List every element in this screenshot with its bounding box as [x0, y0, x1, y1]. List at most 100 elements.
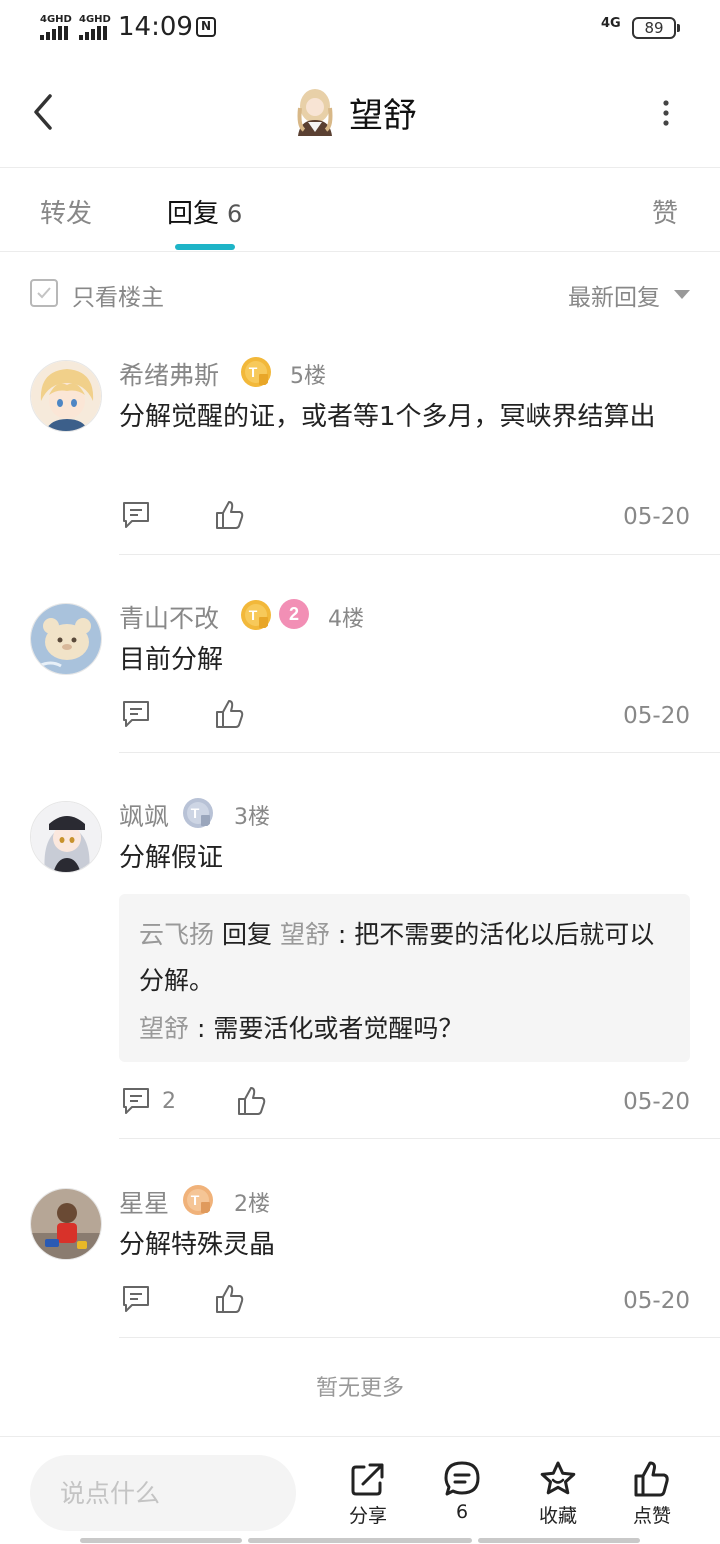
comment-date: 05-20: [623, 1288, 690, 1314]
gesture-bar: [248, 1538, 472, 1543]
sort-dropdown[interactable]: 最新回复: [568, 278, 660, 312]
avatar[interactable]: [30, 1188, 102, 1260]
checkmark-icon: [37, 287, 51, 299]
vip-level-badge: 2: [279, 599, 309, 629]
svg-text:T: T: [191, 805, 200, 821]
comment-text: 分解觉醒的证，或者等1个多月，冥峡界结算出: [119, 402, 656, 432]
comment-icon[interactable]: [121, 699, 151, 729]
comment-item: 希绪弗斯 T 5楼 分解觉醒的证，或者等1个多月，冥峡界结算出 05-20: [0, 340, 720, 556]
favorite-button[interactable]: 收藏: [518, 1459, 598, 1528]
tab-likes[interactable]: 赞: [652, 193, 678, 230]
comments-button[interactable]: 6: [422, 1459, 502, 1523]
gold-level-badge-icon: T: [241, 600, 271, 630]
svg-text:T: T: [191, 1192, 200, 1208]
tab-replies-count: 6: [227, 200, 243, 228]
share-label: 分享: [348, 1505, 387, 1527]
divider: [119, 1337, 720, 1338]
thumbs-up-icon: [634, 1461, 669, 1497]
reply-count: 2: [162, 1089, 176, 1114]
reply-verb: 回复: [221, 920, 272, 949]
tab-bar: 转发 回复 6 赞: [0, 168, 720, 252]
comment-count: 6: [455, 1501, 469, 1523]
divider: [119, 554, 720, 555]
reply-target[interactable]: 望舒: [280, 920, 330, 949]
signal-bars-icon: [79, 26, 111, 40]
comment-text: 目前分解: [119, 645, 224, 675]
signal-2-label: 4GHD: [79, 14, 111, 25]
signal-bars-icon: [40, 26, 72, 40]
gold-level-badge-icon: T: [241, 357, 271, 387]
thumbs-up-icon[interactable]: [214, 698, 246, 730]
comment-item: 星星 T 2楼 分解特殊灵晶 05-20: [0, 1168, 720, 1340]
signal-1-label: 4GHD: [40, 14, 72, 25]
comment-item: 青山不改 T 2 4楼 目前分解 05-20: [0, 583, 720, 755]
signal-indicator-2: 4GHD: [79, 14, 111, 40]
avatar[interactable]: [30, 360, 102, 432]
divider: [119, 752, 720, 753]
thumbs-up-icon[interactable]: [214, 499, 246, 531]
reply-preview-line: 云飞扬 回复 望舒 : 把不需要的活化以后就可以分解。: [139, 912, 670, 1004]
bottom-bar: 分享 6 收藏 点赞: [0, 1436, 720, 1544]
svg-text:T: T: [249, 364, 258, 380]
only-op-checkbox[interactable]: [30, 279, 58, 307]
header-avatar: [297, 89, 333, 136]
tab-forward[interactable]: 转发: [40, 193, 92, 230]
status-time: 14:09: [118, 12, 193, 42]
avatar[interactable]: [30, 603, 102, 675]
reply-colon: :: [329, 920, 355, 949]
username[interactable]: 星星: [119, 1184, 169, 1220]
comment-date: 05-20: [623, 1089, 690, 1115]
comment-date: 05-20: [623, 703, 690, 729]
comment-icon[interactable]: [121, 1086, 151, 1116]
comment-input[interactable]: [30, 1455, 296, 1531]
comment-item: 飒飒 T 3楼 分解假证 云飞扬 回复 望舒 : 把不需要的活化以后就可以分解。…: [0, 781, 720, 1141]
comment-text: 分解特殊灵晶: [119, 1230, 276, 1260]
tab-replies-label: 回复: [167, 199, 220, 229]
only-op-label[interactable]: 只看楼主: [72, 278, 164, 312]
notification-mute-icon: N: [196, 17, 216, 37]
bronze-level-badge-icon: T: [183, 1185, 213, 1215]
share-icon: [351, 1463, 384, 1496]
thumbs-up-icon[interactable]: [236, 1085, 268, 1117]
thumbs-up-icon[interactable]: [214, 1283, 246, 1315]
comment-text: 分解假证: [119, 843, 224, 873]
reply-preview[interactable]: 云飞扬 回复 望舒 : 把不需要的活化以后就可以分解。 望舒 : 需要活化或者觉…: [119, 894, 690, 1062]
page-title: 望舒: [349, 96, 417, 136]
floor-number: 4楼: [328, 607, 364, 632]
signal-indicator-1: 4GHD: [40, 14, 72, 40]
comment-icon[interactable]: [121, 1284, 151, 1314]
network-type: 4G: [601, 16, 621, 31]
reply-author[interactable]: 云飞扬: [139, 920, 214, 949]
comment-bubble-icon: [444, 1461, 480, 1496]
comment-date: 05-20: [623, 504, 690, 530]
floor-number: 3楼: [234, 805, 270, 830]
gesture-bar: [80, 1538, 242, 1543]
floor-number: 2楼: [234, 1192, 270, 1217]
header: 望舒: [0, 58, 720, 168]
chevron-left-icon[interactable]: [30, 92, 60, 132]
more-vertical-icon[interactable]: [656, 98, 676, 128]
reply-preview-line: 望舒 : 需要活化或者觉醒吗？: [139, 1006, 670, 1052]
avatar[interactable]: [30, 801, 102, 873]
floor-number: 5楼: [290, 364, 326, 389]
username[interactable]: 希绪弗斯: [119, 356, 219, 392]
username[interactable]: 青山不改: [119, 599, 219, 635]
filter-row: 只看楼主 最新回复: [0, 262, 720, 322]
username[interactable]: 飒飒: [119, 797, 169, 833]
favorite-label: 收藏: [538, 1505, 577, 1527]
comment-icon[interactable]: [121, 500, 151, 530]
status-bar: 4GHD 4GHD 14:09 N 4G 89: [0, 0, 720, 58]
star-icon: [540, 1461, 576, 1495]
battery-icon: 89: [632, 17, 680, 39]
reply-colon: :: [189, 1014, 214, 1043]
divider: [119, 1138, 720, 1139]
tab-active-indicator: [175, 244, 235, 250]
tab-replies[interactable]: 回复 6: [167, 193, 242, 230]
svg-text:T: T: [249, 607, 258, 623]
reply-author[interactable]: 望舒: [139, 1014, 189, 1043]
no-more-label: 暂无更多: [315, 1376, 404, 1401]
like-button[interactable]: 点赞: [612, 1459, 692, 1528]
share-button[interactable]: 分享: [328, 1459, 408, 1528]
like-label: 点赞: [632, 1505, 671, 1527]
caret-down-icon[interactable]: [674, 290, 690, 299]
